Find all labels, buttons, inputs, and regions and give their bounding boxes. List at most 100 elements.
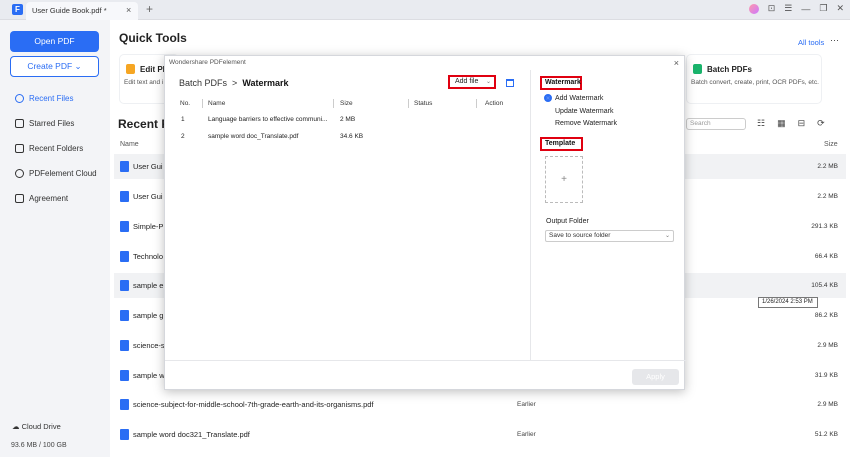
output-folder-value: Save to source folder: [549, 232, 611, 239]
file-name: Simple-P: [133, 222, 164, 231]
radio-unselected-icon: [544, 107, 552, 115]
chevron-down-icon[interactable]: ⌄: [486, 78, 491, 85]
update-watermark-option[interactable]: Update Watermark: [544, 107, 613, 115]
template-heading: Template: [540, 137, 583, 151]
radio-selected-icon: [544, 94, 552, 102]
tool-name: Batch PDFs: [707, 65, 752, 74]
sidebar-item-starred-files[interactable]: Starred Files: [15, 116, 110, 130]
sidebar-item-recent-files[interactable]: Recent Files: [15, 91, 110, 105]
trash-icon[interactable]: [506, 79, 514, 87]
tab-close-icon[interactable]: ×: [126, 5, 131, 15]
open-pdf-button[interactable]: Open PDF: [10, 31, 99, 52]
column-divider: [202, 99, 203, 108]
cloud-icon: [15, 168, 24, 178]
file-name: sample word doc321_Translate.pdf: [133, 430, 250, 439]
option-label: Add Watermark: [555, 94, 604, 102]
file-name: sample g: [133, 311, 164, 320]
screen-icon[interactable]: ⊡: [768, 3, 776, 14]
document-tab[interactable]: User Guide Book.pdf * ×: [26, 2, 138, 20]
menu-icon[interactable]: ☰: [784, 3, 792, 14]
batch-pdfs-icon: [693, 64, 702, 74]
watermark-settings-panel: Watermark Add Watermark Update Watermark…: [530, 70, 686, 360]
dialog-title: Wondershare PDFelement: [169, 59, 246, 66]
create-pdf-button[interactable]: Create PDF ⌄: [10, 56, 99, 77]
document-icon: [15, 193, 24, 203]
file-name: User Gui: [133, 162, 163, 171]
file-name: sample w: [133, 371, 165, 380]
file-name: science-s: [133, 341, 165, 350]
pdf-file-icon: [120, 370, 129, 381]
breadcrumb: Batch PDFs > Watermark: [179, 78, 289, 88]
restore-icon[interactable]: ❐: [819, 3, 827, 14]
sidebar-item-label: Starred Files: [29, 118, 75, 128]
row-name: sample word doc_Translate.pdf: [208, 133, 299, 140]
manage-icon[interactable]: ⊟: [798, 118, 806, 129]
new-tab-icon[interactable]: +: [146, 2, 153, 16]
chevron-down-icon: ⌄: [664, 233, 670, 239]
close-icon[interactable]: ×: [674, 58, 679, 68]
row-size: 34.6 KB: [340, 133, 364, 140]
tab-title: User Guide Book.pdf *: [32, 6, 107, 15]
sidebar-item-pdfelement-cloud[interactable]: PDFelement Cloud: [15, 166, 110, 180]
column-name: Name: [120, 141, 139, 148]
add-file-button[interactable]: Add file ⌄: [448, 75, 496, 89]
avatar[interactable]: [748, 3, 759, 14]
title-bar: F User Guide Book.pdf * × + ⊡ ☰ — ❐ ✕: [0, 0, 850, 20]
minimize-icon[interactable]: —: [801, 4, 810, 14]
pdf-file-icon: [120, 221, 129, 232]
sidebar-item-agreement[interactable]: Agreement: [15, 191, 110, 205]
option-label: Remove Watermark: [555, 119, 617, 127]
tool-card-batch-pdfs[interactable]: Batch PDFs Batch convert, create, print,…: [686, 54, 822, 104]
date-tooltip: 1/26/2024 2:53 PM: [758, 297, 818, 308]
file-size: 2.2 MB: [817, 163, 838, 170]
pdf-file-icon: [120, 429, 129, 440]
column-status: Status: [414, 100, 433, 107]
add-file-label: Add file: [455, 78, 479, 85]
pdf-file-icon: [120, 280, 129, 291]
pdf-file-icon: [120, 310, 129, 321]
breadcrumb-separator: >: [232, 78, 238, 88]
column-action: Action: [485, 100, 504, 107]
all-tools-link[interactable]: All tools: [798, 38, 824, 47]
list-view-icon[interactable]: ☷: [757, 118, 765, 129]
remove-watermark-option[interactable]: Remove Watermark: [544, 119, 617, 127]
table-row[interactable]: science-subject-for-middle-school-7th-gr…: [114, 392, 846, 417]
column-size: Size: [340, 100, 353, 107]
file-size: 2.9 MB: [817, 342, 838, 349]
output-folder-select[interactable]: Save to source folder ⌄: [545, 230, 674, 242]
column-divider: [408, 99, 409, 108]
file-name: sample e: [133, 281, 164, 290]
row-size: 2 MB: [340, 116, 356, 123]
row-name: Language barriers to effective communi..…: [208, 116, 328, 123]
sidebar-item-label: PDFelement Cloud: [29, 168, 97, 178]
more-icon[interactable]: ···: [830, 35, 839, 45]
grid-view-icon[interactable]: ▦: [777, 118, 786, 129]
close-window-icon[interactable]: ✕: [836, 3, 844, 14]
edit-pdf-icon: [126, 64, 135, 74]
row-no: 2: [181, 133, 185, 140]
file-name: Technolo: [133, 252, 164, 261]
watermark-heading: Watermark: [540, 76, 582, 90]
table-row[interactable]: sample word doc321_Translate.pdf Earlier…: [114, 422, 846, 447]
apply-button[interactable]: Apply: [632, 369, 679, 385]
breadcrumb-batch-pdfs[interactable]: Batch PDFs: [179, 78, 227, 88]
sidebar-item-label: Recent Files: [29, 93, 74, 103]
refresh-icon[interactable]: ⟳: [817, 118, 825, 129]
sidebar: Open PDF Create PDF ⌄ Recent Files Starr…: [0, 20, 110, 457]
column-divider: [476, 99, 477, 108]
cloud-drive-link[interactable]: ☁ Cloud Drive: [12, 422, 61, 431]
folder-icon: [15, 143, 24, 153]
search-input[interactable]: Search: [686, 118, 746, 130]
file-size: 2.9 MB: [817, 401, 838, 408]
add-template-button[interactable]: +: [545, 156, 583, 203]
quick-tools-title: Quick Tools: [119, 31, 187, 45]
file-size: 2.2 MB: [817, 193, 838, 200]
output-folder-label: Output Folder: [546, 218, 589, 225]
pdf-file-icon: [120, 251, 129, 262]
sidebar-item-label: Recent Folders: [29, 143, 84, 153]
row-no: 1: [181, 116, 185, 123]
sidebar-item-recent-folders[interactable]: Recent Folders: [15, 141, 110, 155]
add-watermark-option[interactable]: Add Watermark: [544, 94, 603, 102]
view-toggle: ☷ ▦ ⊟ ⟳: [757, 118, 825, 129]
pdf-file-icon: [120, 161, 129, 172]
